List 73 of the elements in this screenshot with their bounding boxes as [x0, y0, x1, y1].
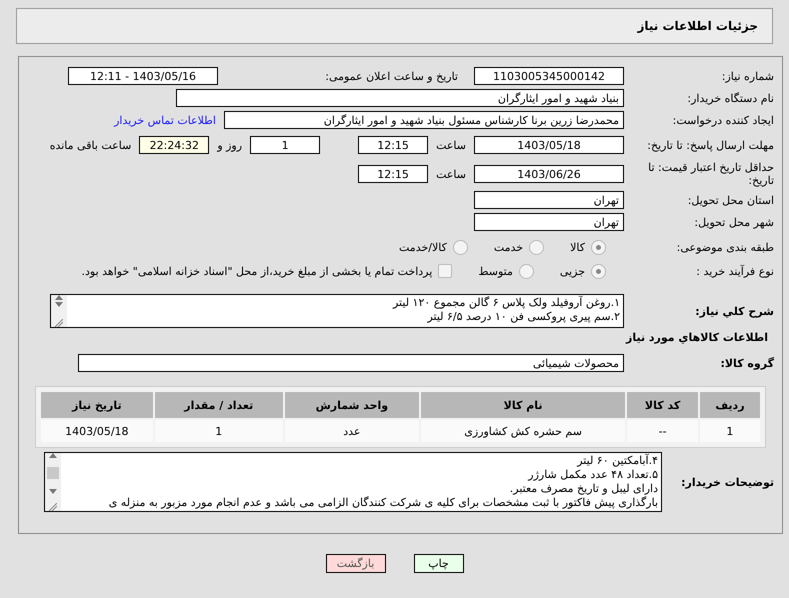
scroll-arrows-icon: [55, 295, 63, 307]
radio-label: کالا: [570, 240, 585, 254]
field-label: حداقل تاریخ اعتبار قیمت: تا تاریخ:: [647, 161, 775, 187]
table-cell: 1403/05/18: [41, 420, 153, 442]
scroll-thumb-icon: [47, 467, 59, 480]
text-line: بارگذاری پیش فاکتور با ثبت مشخصات برای کلیه ی شرکت کنندگان الزامی می باشد و عدم انجام مورد مزبور به منزله ی: [108, 496, 658, 510]
column-header: تعداد / مقدار: [154, 392, 283, 418]
goods-group-field: محصولات شیمیائی: [78, 354, 624, 372]
table-cell: --: [627, 420, 698, 442]
resize-grip-icon: [55, 319, 63, 327]
radio-button[interactable]: [518, 264, 534, 278]
remaining-time-field: 22:24:32: [139, 136, 210, 154]
field-label: توضیحات خریدار:: [680, 476, 775, 488]
days-field: 1: [250, 136, 320, 154]
print-button[interactable]: چاپ: [414, 554, 464, 573]
text-line: ۵.تعداد ۴۸ عدد مکمل شارژر: [526, 468, 658, 482]
radio-button[interactable]: [529, 240, 544, 254]
field-label: شهر محل تحویل:: [693, 216, 775, 228]
need-number-field: 1103005345000142: [474, 67, 624, 85]
buyer-org-field: بنیاد شهید و امور ایثارگران: [176, 89, 624, 107]
validity-date-field: 1403/06/26: [474, 165, 624, 183]
announce-date-field: 1403/05/16 - 12:11: [68, 67, 218, 85]
radio-button[interactable]: [591, 240, 606, 254]
column-header: ردیف: [700, 392, 760, 418]
table-cell: 1: [700, 420, 760, 442]
field-label: شماره نیاز:: [720, 70, 775, 82]
field-label: مهلت ارسال پاسخ: تا تاریخ:: [646, 138, 775, 152]
time-label: ساعت: [436, 138, 466, 152]
deadline-time-field: 12:15: [358, 136, 428, 154]
description-box[interactable]: ۱.روغن آروفیلد ولک پلاس ۶ گالن مجموع ۱۲۰ لیتر ۲.سم پیری پروکسی فن ۱۰ درصد ۶/۵ لیتر: [50, 294, 624, 328]
column-header: تاریخ نیاز: [41, 392, 153, 418]
deadline-date-field: 1403/05/18: [474, 136, 624, 154]
field-label: تاریخ و ساعت اعلان عمومی:: [324, 70, 459, 82]
field-label: گروه کالا:: [719, 356, 775, 370]
text-line: دارای لیبل و تاریخ مصرف معتبر.: [508, 482, 658, 496]
text-line: ۲.سم پیری پروکسی فن ۱۰ درصد ۶/۵ لیتر: [426, 310, 620, 324]
checkbox[interactable]: [438, 264, 452, 278]
back-button[interactable]: بازگشت: [326, 554, 386, 573]
days-label: روز و: [217, 138, 242, 152]
city-field: تهران: [474, 213, 624, 231]
text-line: ۱.روغن آروفیلد ولک پلاس ۶ گالن مجموع ۱۲۰ لیتر: [392, 296, 620, 310]
scroll-up-icon: [49, 453, 57, 458]
field-label: شرح كلي نیاز:: [694, 304, 775, 318]
field-label: نوع فرآیند خرید :: [695, 264, 775, 278]
radio-label: متوسط: [478, 264, 513, 278]
page-title: جزئیات اطلاعات نیاز: [637, 19, 758, 33]
section-heading: اطلاعات كالاهاي مورد نیاز: [624, 331, 769, 344]
radio-label: کالا/خدمت: [399, 240, 447, 254]
table-cell: سم حشره کش کشاورزی: [420, 420, 626, 442]
table-cell: 1: [154, 420, 283, 442]
province-field: تهران: [474, 191, 624, 209]
radio-label: جزیی: [560, 264, 585, 278]
table-cell: عدد: [284, 420, 419, 442]
field-label: ایجاد کننده درخواست:: [672, 114, 775, 126]
time-label: ساعت: [436, 168, 466, 180]
validity-time-field: 12:15: [358, 165, 428, 183]
radio-button[interactable]: [591, 264, 606, 278]
buyer-notes-box[interactable]: ۴.آبامکتین ۶۰ لیتر ۵.تعداد ۴۸ عدد مکمل شارژر دارای لیبل و تاریخ مصرف معتبر. بارگذاری پیش فاکتور با ثبت مشخصات برای کلیه ی شرکت کنندگان الزامی می باشد و عدم انجام مورد مزبور به منزله ی: [44, 452, 662, 512]
requester-field: محمدرضا زرین برنا کارشناس مسئول بنیاد شهید و امور ایثارگران: [224, 111, 624, 129]
radio-button[interactable]: [452, 240, 468, 254]
field-label: استان محل تحویل:: [686, 194, 775, 206]
remaining-label: ساعت باقی مانده: [50, 138, 132, 152]
contact-link[interactable]: اطلاعات تماس خریدار: [114, 114, 216, 126]
column-header: نام کالا: [420, 392, 626, 418]
radio-label: خدمت: [494, 240, 524, 254]
column-header: واحد شمارش: [284, 392, 419, 418]
column-header: کد کالا: [627, 392, 698, 418]
resize-grip-icon: [49, 502, 57, 511]
field-label: نام دستگاه خریدار:: [686, 92, 775, 104]
checkbox-label: پرداخت تمام یا بخشی از مبلغ خرید،از محل "اسناد خزانه اسلامی" خواهد بود.: [82, 264, 432, 278]
text-line: ۴.آبامکتین ۶۰ لیتر: [576, 454, 658, 468]
field-label: طبقه بندی موضوعی:: [676, 240, 775, 254]
scroll-down-icon: [49, 488, 57, 494]
